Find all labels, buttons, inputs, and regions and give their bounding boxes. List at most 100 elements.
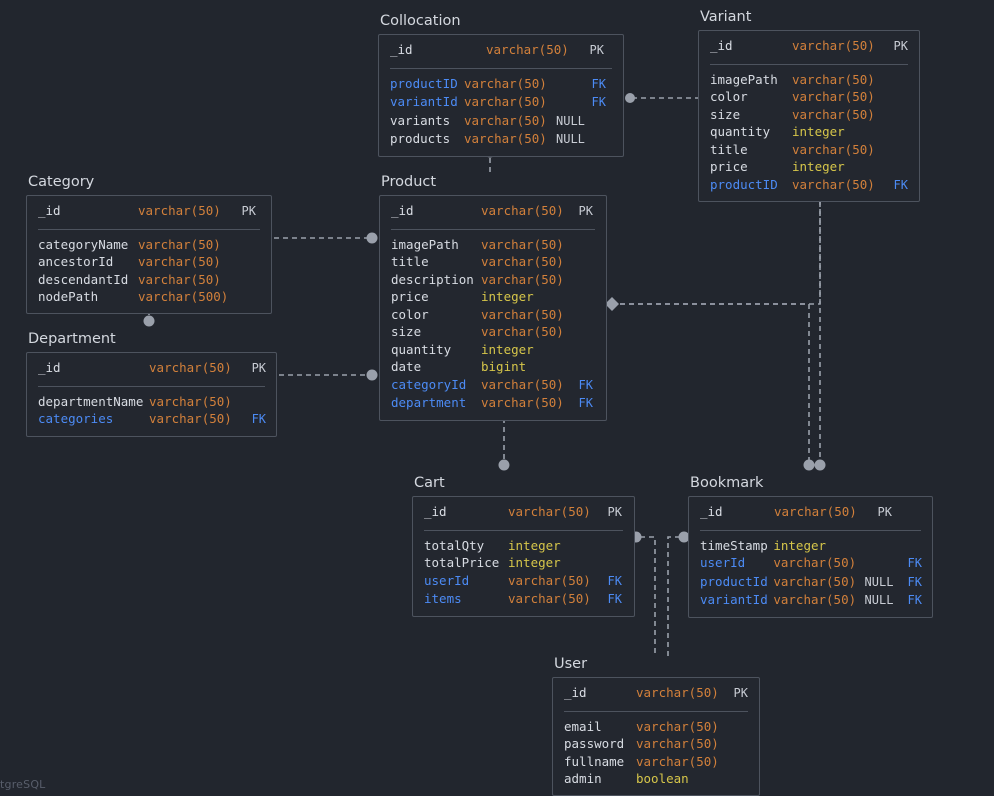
column-name: date — [391, 359, 422, 374]
endpoint-dot-department-top — [143, 315, 155, 327]
column-type: varchar(50) — [464, 112, 547, 128]
column-type: integer — [773, 537, 827, 553]
column-name: imagePath — [710, 71, 778, 87]
table-row: imagePath varchar(50) — [699, 71, 919, 89]
column-type: varchar(50) — [636, 685, 719, 700]
endpoint-dot-cart-top — [498, 459, 510, 471]
table-row: imagePath varchar(50) — [380, 236, 606, 254]
column-key: FK — [907, 574, 922, 589]
column-type: integer — [481, 289, 534, 304]
column-type: integer — [792, 124, 845, 139]
column-type: integer — [792, 159, 845, 174]
entity-variant[interactable]: Variant _id varchar(50) PK imagePath var… — [698, 8, 920, 202]
column-type: varchar(50) — [481, 271, 564, 287]
column-name: variantId — [390, 94, 458, 109]
column-name: productID — [710, 176, 778, 192]
table-row: nodePath varchar(500) — [27, 288, 271, 306]
column-name: descendantId — [38, 271, 129, 287]
entity-title-variant: Variant — [700, 9, 752, 25]
column-type: varchar(50) — [149, 360, 232, 375]
table-row: date bigint — [380, 358, 606, 376]
table-row: _id varchar(50) PK — [380, 202, 606, 225]
entity-box-product: _id varchar(50) PK imagePath varchar(50)… — [379, 195, 607, 421]
entity-cart[interactable]: Cart _id varchar(50) PK totalQty integer… — [412, 474, 635, 617]
table-row: title varchar(50) — [699, 141, 919, 159]
table-row: price integer — [699, 158, 919, 176]
entity-category[interactable]: Category _id varchar(50) PK categoryName… — [26, 173, 272, 314]
column-key: FK — [907, 556, 922, 570]
column-key: FK — [907, 593, 922, 607]
entity-department[interactable]: Department _id varchar(50) PK department… — [26, 330, 277, 437]
column-key: PK — [589, 43, 604, 57]
entity-box-collocation: _id varchar(50) PK productID varchar(50)… — [378, 34, 624, 157]
column-type: varchar(50) — [773, 592, 857, 607]
table-row: password varchar(50) — [553, 735, 759, 753]
column-name: department — [391, 395, 467, 410]
column-key: PK — [251, 361, 267, 375]
pk-separator — [700, 529, 921, 531]
column-type: varchar(50) — [636, 718, 719, 734]
column-key: PK — [578, 204, 593, 218]
column-type: varchar(500) — [138, 289, 229, 304]
column-name: variants — [390, 112, 451, 128]
column-name: categoryName — [38, 236, 129, 252]
column-type: varchar(50) — [138, 254, 221, 269]
column-key: PK — [241, 204, 256, 218]
column-name: ancestorId — [38, 254, 114, 269]
pk-separator — [391, 228, 595, 230]
entity-title-department: Department — [28, 331, 116, 347]
erd-canvas: Collocation _id varchar(50) PK productID… — [0, 0, 994, 796]
column-name: productId — [700, 573, 768, 589]
column-name: color — [391, 306, 429, 322]
column-type: varchar(50) — [481, 376, 564, 392]
column-null: NULL — [864, 574, 894, 589]
link-cart-user — [640, 536, 656, 657]
link-product-variant — [620, 200, 821, 305]
column-name: categoryId — [391, 376, 467, 392]
column-type: varchar(50) — [636, 753, 719, 769]
column-name: quantity — [391, 341, 452, 357]
column-type: varchar(50) — [464, 131, 547, 146]
table-row: departmentName varchar(50) — [27, 393, 276, 411]
column-name: _id — [38, 203, 61, 218]
column-name: size — [710, 106, 741, 122]
column-type: varchar(50) — [792, 89, 875, 104]
column-key: FK — [251, 412, 267, 426]
column-name: title — [391, 254, 429, 269]
endpoint-dot-bookmark-top-b — [814, 459, 826, 471]
table-row: categories varchar(50) FK — [27, 410, 276, 429]
column-name: description — [391, 271, 474, 287]
column-key: PK — [607, 505, 622, 519]
column-type: varchar(50) — [149, 393, 232, 409]
table-row: _id varchar(50) PK — [413, 503, 634, 526]
entity-collocation[interactable]: Collocation _id varchar(50) PK productID… — [378, 12, 624, 157]
table-row: title varchar(50) — [380, 253, 606, 271]
table-row: fullname varchar(50) — [553, 753, 759, 771]
entity-box-bookmark: _id varchar(50) PK timeStamp integer use… — [688, 496, 933, 618]
entity-user[interactable]: User _id varchar(50) PK email varchar(50… — [552, 655, 760, 796]
table-row: variants varchar(50) NULL — [379, 112, 623, 131]
table-row: ancestorId varchar(50) — [27, 253, 271, 271]
column-type: varchar(50) — [138, 203, 221, 218]
link-bookmark-user — [667, 536, 680, 657]
column-name: color — [710, 89, 748, 104]
pk-separator — [424, 529, 623, 531]
column-null: NULL — [864, 593, 894, 607]
table-row: totalPrice integer — [413, 554, 634, 572]
column-name: imagePath — [391, 236, 459, 252]
table-row: userId varchar(50) FK — [413, 572, 634, 591]
entity-box-department: _id varchar(50) PK departmentName varcha… — [26, 352, 277, 437]
column-key: FK — [607, 592, 622, 606]
entity-product[interactable]: Product _id varchar(50) PK imagePath var… — [379, 173, 607, 421]
column-type: varchar(50) — [792, 176, 875, 192]
column-type: varchar(50) — [464, 75, 547, 91]
column-name: totalPrice — [424, 555, 500, 570]
column-null: NULL — [556, 113, 585, 128]
column-name: variantId — [700, 592, 768, 607]
table-row: color varchar(50) — [699, 88, 919, 106]
column-type: varchar(50) — [464, 94, 547, 109]
table-row: price integer — [380, 288, 606, 306]
column-name: userId — [424, 572, 470, 588]
column-type: bigint — [481, 359, 527, 374]
entity-bookmark[interactable]: Bookmark _id varchar(50) PK timeStamp in… — [688, 474, 933, 618]
